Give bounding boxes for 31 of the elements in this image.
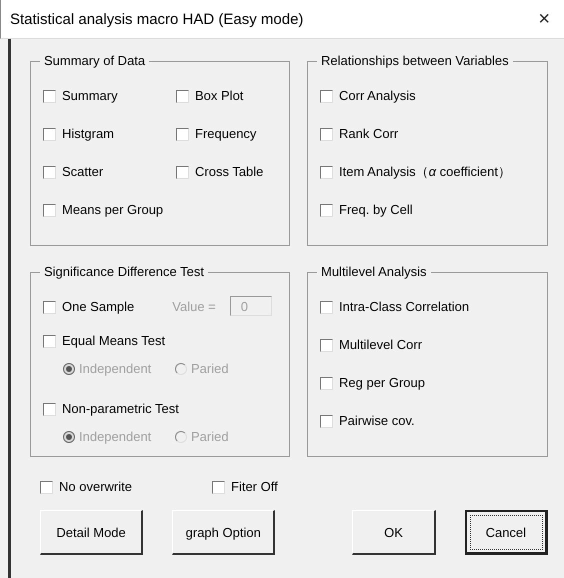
checkbox[interactable]: Pairwise cov. (320, 413, 415, 429)
checkbox[interactable]: Frequency (176, 126, 256, 142)
checkbox[interactable]: Corr Analysis (320, 88, 416, 104)
checkbox[interactable]: Means per Group (43, 202, 164, 218)
group-title: Significance Difference Test (40, 264, 208, 280)
close-button[interactable]: × (534, 8, 554, 30)
checkbox[interactable]: Scatter (43, 164, 104, 180)
checkbox[interactable]: Reg per Group (320, 375, 425, 391)
group-title: Relationships between Variables (317, 53, 513, 69)
dialog-button[interactable]: OK (352, 510, 436, 555)
dialog-button[interactable]: graph Option (172, 510, 276, 555)
checkbox[interactable]: Intra-Class Correlation (320, 299, 470, 315)
window-title: Statistical analysis macro HAD (Easy mode) (10, 10, 304, 28)
checkbox[interactable]: Cross Table (176, 164, 264, 180)
dialog-button[interactable]: Detail Mode (40, 510, 144, 555)
checkbox[interactable]: No overwrite (40, 479, 212, 495)
checkbox[interactable]: Multilevel Corr (320, 337, 422, 353)
group-title: Multilevel Analysis (317, 264, 430, 280)
dialog-button[interactable]: Cancel (464, 510, 548, 555)
checkbox[interactable]: Rank Corr (320, 126, 398, 142)
checkbox[interactable]: Freq. by Cell (320, 202, 413, 218)
checkbox[interactable]: Non-parametric Test (43, 401, 179, 417)
group-title: Summary of Data (40, 53, 150, 69)
checkbox[interactable]: Fiter Off (212, 479, 384, 495)
checkbox[interactable]: One Sample (43, 299, 134, 315)
checkbox[interactable]: Summary (43, 88, 118, 104)
field-label: Value = (172, 299, 216, 315)
checkbox[interactable]: Item Analysis（α coefficient） (320, 164, 511, 180)
checkbox[interactable]: Box Plot (176, 88, 244, 104)
checkbox[interactable]: Equal Means Test (43, 333, 166, 349)
checkbox[interactable]: Histgram (43, 126, 114, 142)
